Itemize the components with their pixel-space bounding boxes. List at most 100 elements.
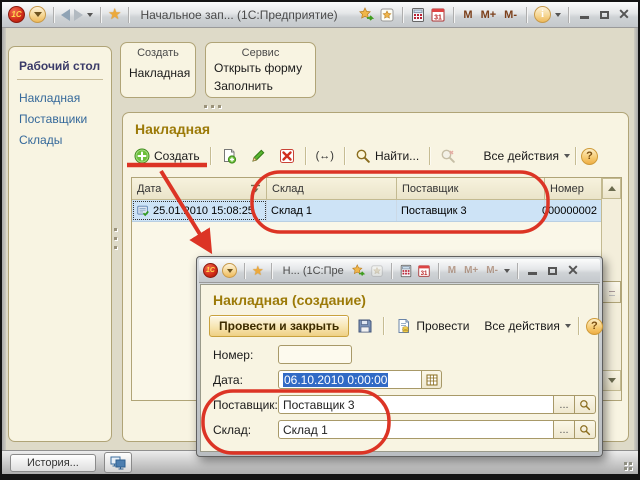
edit-button[interactable] (245, 146, 271, 166)
scroll-up-button[interactable] (602, 178, 621, 199)
supplier-open-button[interactable] (575, 395, 596, 414)
sidebar-item-nakladnaya[interactable]: Накладная (9, 88, 111, 109)
create-command-panel: Создать Накладная (120, 42, 196, 98)
calculator-icon[interactable] (410, 7, 426, 23)
calendar-icon[interactable]: 31 (430, 7, 446, 23)
memory-mminus-button[interactable]: M- (484, 265, 500, 276)
supplier-input[interactable]: Поставщик 3 (278, 395, 554, 414)
dialog-all-actions-label: Все действия (484, 319, 560, 333)
back-icon[interactable] (61, 8, 70, 21)
dialog-all-actions-button[interactable]: Все действия (484, 319, 571, 333)
add-favorite-icon[interactable] (351, 263, 366, 278)
resize-grip[interactable] (624, 462, 632, 470)
memory-m-button[interactable]: M (446, 265, 458, 276)
memory-m-button[interactable]: M (461, 9, 474, 21)
calendar-icon[interactable]: 31 (417, 264, 431, 278)
minimize-button[interactable] (576, 8, 592, 22)
favorites-icon[interactable]: ★ (108, 7, 121, 22)
divider (100, 6, 101, 23)
number-label: Номер: (213, 347, 254, 362)
sort-icon (251, 184, 260, 193)
post-button[interactable]: Провести (391, 316, 474, 336)
post-and-close-button[interactable]: Провести и закрыть (209, 315, 350, 337)
main-menu-button[interactable] (29, 6, 46, 23)
column-header-date[interactable]: Дата (132, 178, 267, 200)
table-row[interactable]: 25.01.2010 15:08:25 Склад 1 Поставщик 3 … (132, 200, 621, 222)
column-header-warehouse[interactable]: Склад (267, 178, 397, 200)
maximize-button[interactable] (596, 8, 612, 22)
display-mode-button[interactable] (103, 452, 132, 473)
number-input[interactable] (278, 345, 352, 364)
dialog-help-button[interactable]: ? (585, 317, 603, 335)
favorites-list-icon[interactable] (370, 264, 384, 278)
divider (270, 262, 272, 279)
window-title: Начальное зап... (1С:Предприятие) (140, 7, 338, 22)
divider (577, 317, 579, 335)
more-dropdown-icon[interactable] (503, 268, 510, 273)
field-supplier: Поставщик: Поставщик 3 ... (213, 395, 598, 414)
dialog-body: Накладная (создание) Провести и закрыть (200, 284, 603, 452)
calculator-icon[interactable] (399, 264, 413, 278)
column-header-number[interactable]: Номер (545, 178, 601, 200)
copy-document-icon (223, 149, 236, 164)
dialog-titlebar: 1С ★ Н... (1С:Пре 31 M M+ M- ✕ (199, 259, 600, 283)
list-heading: Накладная (135, 121, 211, 137)
cell-supplier[interactable]: Поставщик 3 (397, 200, 545, 221)
save-button[interactable] (354, 316, 376, 336)
sidebar-splitter[interactable] (114, 228, 119, 252)
memory-mminus-button[interactable]: M- (502, 9, 519, 21)
clear-search-button[interactable] (435, 146, 461, 166)
column-header-supplier[interactable]: Поставщик (397, 178, 545, 200)
cell-number[interactable]: 000000002 (542, 200, 601, 221)
warehouse-open-button[interactable] (575, 420, 596, 439)
delete-button[interactable] (274, 146, 300, 166)
warehouse-input[interactable]: Склад 1 (278, 420, 554, 439)
copy-button[interactable] (216, 146, 242, 166)
cell-date[interactable]: 25.01.2010 15:08:25 (132, 200, 267, 221)
dialog-minimize-button[interactable] (525, 264, 541, 278)
divider (453, 6, 455, 23)
divider (343, 147, 345, 165)
sidebar-item-postavshchiki[interactable]: Поставщики (9, 109, 111, 130)
memory-mplus-button[interactable]: M+ (479, 9, 499, 21)
find-button[interactable]: Найти... (350, 146, 424, 166)
forward-icon[interactable] (74, 8, 83, 21)
table-scrollbar[interactable] (601, 178, 621, 400)
dialog-maximize-button[interactable] (545, 264, 561, 278)
divider (17, 79, 103, 80)
scroll-down-button[interactable] (602, 370, 621, 391)
history-dropdown-icon[interactable] (87, 12, 93, 17)
date-picker-button[interactable] (422, 370, 442, 389)
history-button[interactable]: История... (10, 453, 96, 472)
close-button[interactable]: ✕ (616, 7, 632, 22)
supplier-choose-button[interactable]: ... (554, 395, 575, 414)
dialog-close-button[interactable]: ✕ (565, 263, 581, 278)
info-dropdown-icon[interactable] (555, 12, 561, 17)
dialog-menu-button[interactable] (222, 263, 237, 278)
cell-warehouse[interactable]: Склад 1 (267, 200, 397, 221)
fill-command[interactable]: Заполнить (206, 77, 315, 95)
post-document-icon (398, 319, 410, 333)
scroll-thumb[interactable] (602, 281, 621, 303)
memory-mplus-button[interactable]: M+ (462, 265, 480, 276)
date-selected-text: 06.10.2010 0:00:00 (283, 372, 389, 387)
divider (244, 262, 245, 279)
help-button[interactable]: ? (581, 147, 598, 165)
date-input[interactable]: 06.10.2010 0:00:00 (278, 370, 422, 389)
dialog-toolbar: Провести и закрыть Провести Все действия… (201, 308, 603, 337)
info-button[interactable]: i (534, 6, 551, 23)
warehouse-choose-button[interactable]: ... (554, 420, 575, 439)
create-button[interactable]: Создать (129, 146, 205, 166)
pencil-icon (251, 149, 265, 162)
list-toolbar: Создать (↔) Найти... Все действия ? (129, 144, 598, 168)
command-panel-splitter[interactable] (204, 105, 226, 110)
all-actions-button[interactable]: Все действия (484, 149, 570, 163)
create-nakladnaya-command[interactable]: Накладная (121, 64, 195, 82)
favorites-list-icon[interactable] (379, 7, 395, 23)
favorites-icon[interactable]: ★ (252, 263, 264, 278)
set-interval-button[interactable]: (↔) (311, 148, 339, 164)
dialog-heading: Накладная (создание) (213, 292, 366, 308)
add-favorite-icon[interactable] (359, 6, 375, 23)
open-form-command[interactable]: Открыть форму (206, 59, 315, 77)
sidebar-item-sklady[interactable]: Склады (9, 130, 111, 151)
